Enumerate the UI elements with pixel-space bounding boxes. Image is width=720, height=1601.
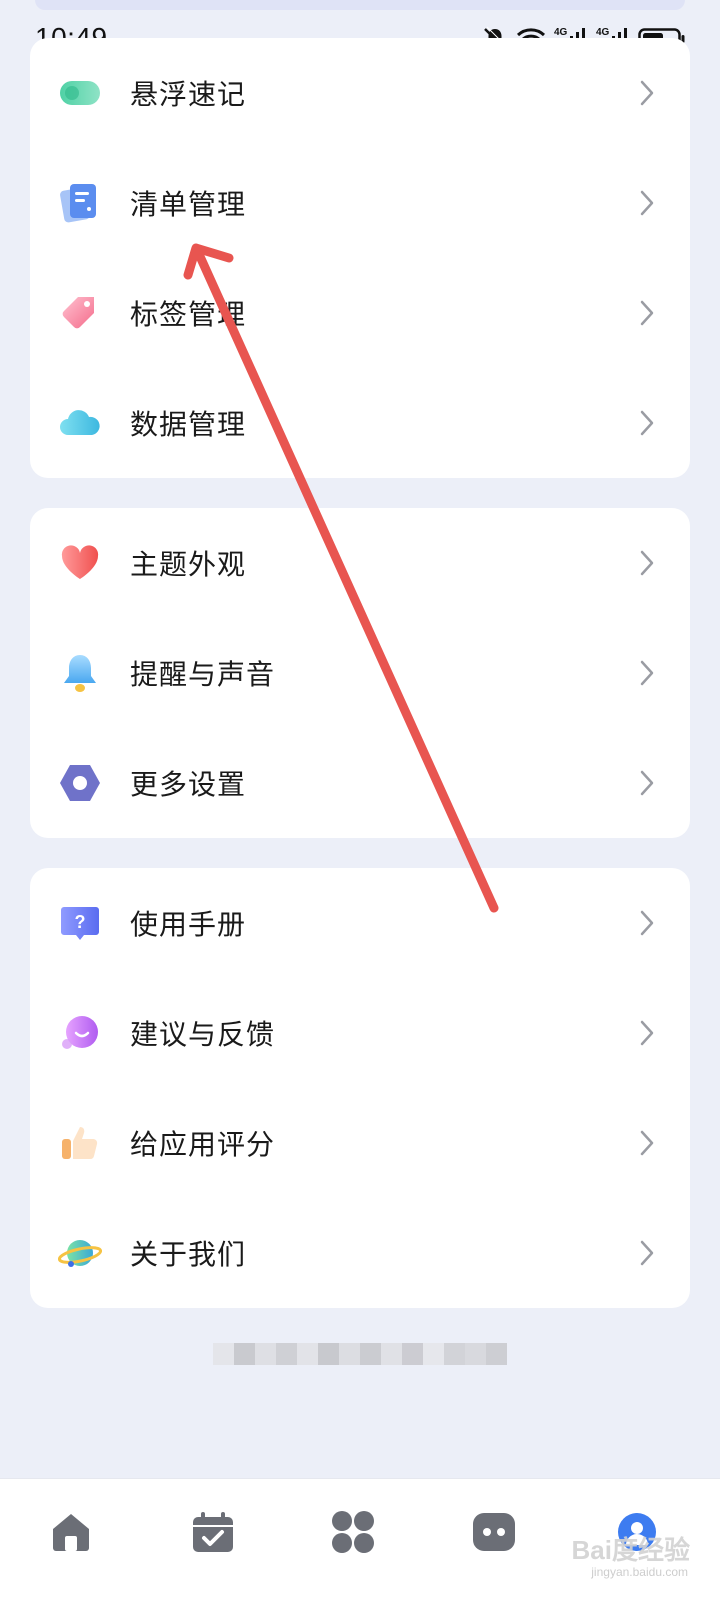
menu-item-label: 主题外观 — [130, 548, 247, 581]
network-label-1: 4G — [554, 27, 568, 38]
tag-icon — [62, 297, 94, 329]
svg-text:?: ? — [75, 912, 86, 932]
chevron-right-icon — [640, 550, 654, 576]
menu-item-label: 悬浮速记 — [130, 78, 247, 111]
chevron-right-icon — [640, 1130, 654, 1156]
network-label-2: 4G — [596, 27, 610, 38]
hexagon-gear-icon — [60, 765, 100, 801]
menu-item-label: 建议与反馈 — [130, 1018, 276, 1051]
planet-icon — [58, 1240, 102, 1267]
chevron-right-icon — [640, 300, 654, 326]
cloud-icon — [60, 410, 100, 435]
redacted-version-text — [213, 1343, 507, 1365]
chat-icon[interactable] — [471, 1509, 517, 1555]
chevron-right-icon — [640, 910, 654, 936]
menu-item-label: 数据管理 — [130, 408, 247, 441]
menu-item-theme[interactable]: 主题外观 — [30, 508, 690, 618]
menu-item-user-manual[interactable]: ? 使用手册 — [30, 868, 690, 978]
chevron-right-icon — [640, 410, 654, 436]
chevron-right-icon — [640, 190, 654, 216]
menu-item-label: 标签管理 — [130, 298, 247, 331]
menu-item-more-settings[interactable]: 更多设置 — [30, 728, 690, 838]
chevron-right-icon — [640, 80, 654, 106]
menu-item-label: 给应用评分 — [130, 1128, 276, 1161]
watermark-logo: Bai度经验 — [571, 1535, 690, 1565]
float-note-icon — [60, 81, 100, 105]
menu-item-rate-app[interactable]: 给应用评分 — [30, 1088, 690, 1198]
menu-item-feedback[interactable]: 建议与反馈 — [30, 978, 690, 1088]
apps-icon[interactable] — [330, 1509, 376, 1555]
heart-icon — [61, 545, 99, 579]
menu-item-list-management[interactable]: 清单管理 — [30, 148, 690, 258]
chat-bubble-icon — [62, 1016, 98, 1049]
menu-item-tag-management[interactable]: 标签管理 — [30, 258, 690, 368]
menu-item-float-note[interactable]: 悬浮速记 — [30, 38, 690, 148]
menu-item-about-us[interactable]: 关于我们 — [30, 1198, 690, 1308]
home-icon[interactable] — [48, 1509, 94, 1555]
bell-icon — [64, 655, 96, 692]
question-icon: ? — [61, 907, 99, 940]
chevron-right-icon — [640, 770, 654, 796]
chevron-right-icon — [640, 1020, 654, 1046]
menu-item-label: 关于我们 — [130, 1238, 247, 1271]
menu-item-label: 清单管理 — [130, 188, 247, 221]
menu-item-label: 使用手册 — [130, 908, 247, 941]
menu-item-data-management[interactable]: 数据管理 — [30, 368, 690, 478]
menu-item-label: 更多设置 — [130, 768, 247, 801]
menu-item-reminders-sound[interactable]: 提醒与声音 — [30, 618, 690, 728]
list-icon — [60, 184, 96, 223]
chevron-right-icon — [640, 1240, 654, 1266]
settings-group-support: ? 使用手册 建议与反馈 给应用评分 关于我们 — [30, 868, 690, 1308]
watermark-url: jingyan.baidu.com — [591, 1565, 688, 1579]
settings-group-tools: 悬浮速记 清单管理 标签管理 数据管理 — [30, 38, 690, 478]
chevron-right-icon — [640, 660, 654, 686]
menu-item-label: 提醒与声音 — [130, 658, 276, 691]
calendar-icon[interactable] — [190, 1509, 236, 1555]
thumbs-up-icon — [62, 1127, 98, 1160]
settings-group-preferences: 主题外观 提醒与声音 更多设置 — [30, 508, 690, 838]
